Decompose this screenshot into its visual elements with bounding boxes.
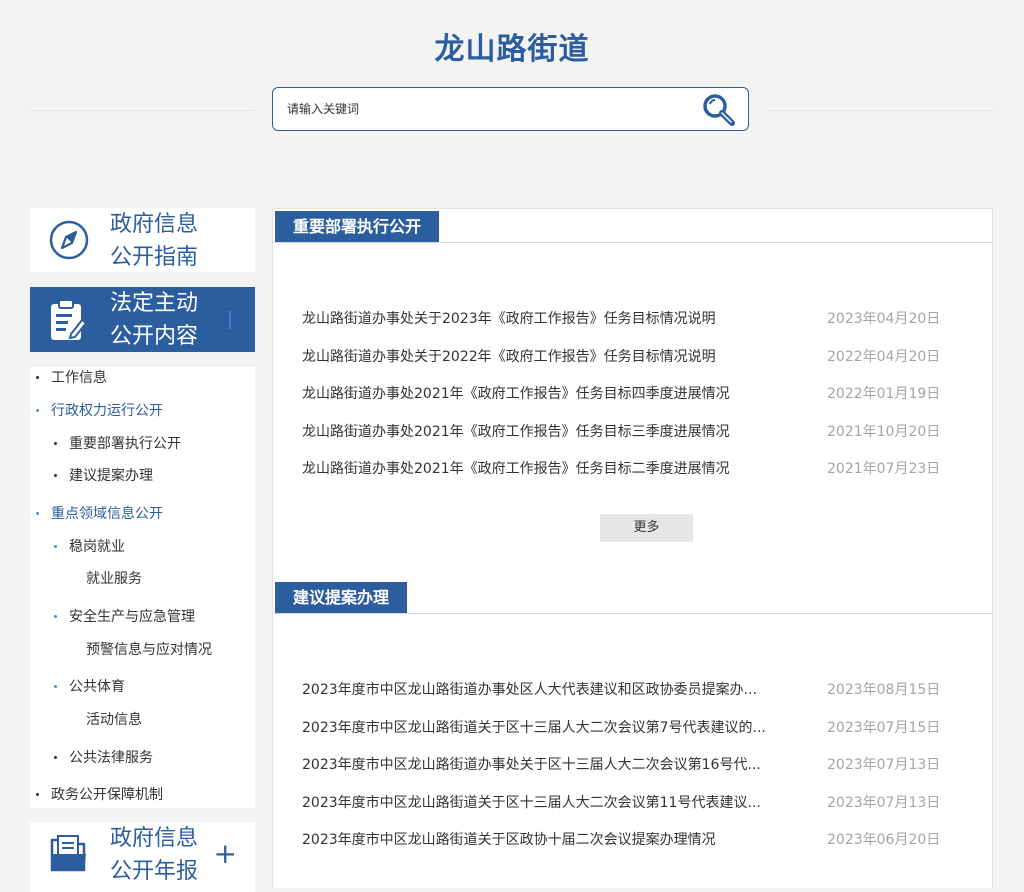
- header-divider-right: [768, 110, 993, 111]
- nav-activity[interactable]: 活动信息: [86, 709, 142, 729]
- sidebar-nav: 工作信息 行政权力运行公开 重要部署执行公开 建议提案办理 重点领域信息公开 稳…: [30, 367, 255, 808]
- sidebar-card-active[interactable]: 法定主动 公开内容: [30, 287, 255, 352]
- sidebar-guide-line2: 公开指南: [110, 245, 199, 270]
- nav-sports[interactable]: 公共体育: [69, 676, 125, 696]
- section-tab-suggest[interactable]: 建议提案办理: [275, 582, 408, 614]
- more-button[interactable]: 更多: [600, 514, 693, 542]
- list-item-date: 2022年04月20日: [827, 349, 941, 365]
- list-item-title[interactable]: 龙山路街道办事处2021年《政府工作报告》任务目标三季度进展情况: [302, 421, 792, 441]
- nav-warning[interactable]: 预警信息与应对情况: [86, 639, 212, 659]
- list-item-title[interactable]: 龙山路街道办事处2021年《政府工作报告》任务目标二季度进展情况: [302, 458, 792, 478]
- list-item-date: 2023年08月15日: [827, 682, 941, 698]
- list-item-title[interactable]: 2023年度市中区龙山路街道关于区十三届人大二次会议第7号代表建议的...: [302, 717, 792, 737]
- search-input[interactable]: [287, 98, 667, 120]
- bullet-icon: [36, 409, 39, 412]
- bullet-icon: [54, 685, 57, 688]
- nav-work-info[interactable]: 工作信息: [51, 367, 107, 387]
- list-item-title[interactable]: 龙山路街道办事处关于2023年《政府工作报告》任务目标情况说明: [302, 308, 792, 328]
- list-item-date: 2023年07月15日: [827, 720, 941, 736]
- search-icon: [703, 94, 735, 126]
- nav-guarantee[interactable]: 政务公开保障机制: [51, 784, 163, 804]
- compass-icon: [49, 220, 89, 260]
- plus-icon[interactable]: +: [214, 840, 237, 868]
- nav-key-area[interactable]: 重点领域信息公开: [51, 503, 163, 523]
- main-content: 重要部署执行公开 龙山路街道办事处关于2023年《政府工作报告》任务目标情况说明…: [272, 208, 993, 888]
- section-divider: [273, 613, 992, 614]
- nav-dept-exec[interactable]: 重要部署执行公开: [69, 433, 181, 453]
- nav-safety[interactable]: 安全生产与应急管理: [69, 606, 195, 626]
- list-item-date: 2022年01月19日: [827, 386, 941, 402]
- list-item-date: 2023年07月13日: [827, 795, 941, 811]
- list-item-date: 2021年07月23日: [827, 461, 941, 477]
- list-item-title[interactable]: 2023年度市中区龙山路街道关于区十三届人大二次会议第11号代表建议...: [302, 792, 792, 812]
- list-item-title[interactable]: 2023年度市中区龙山路街道办事处区人大代表建议和区政协委员提案办...: [302, 679, 792, 699]
- bullet-icon: [36, 376, 39, 379]
- bullet-icon: [36, 793, 39, 796]
- section-tab-dept-exec[interactable]: 重要部署执行公开: [275, 211, 440, 243]
- sidebar-card-guide[interactable]: 政府信息 公开指南: [30, 208, 255, 272]
- sidebar-annual-line2: 公开年报: [110, 859, 199, 884]
- sidebar-active-title: 法定主动 公开内容: [110, 287, 198, 353]
- list-item-date: 2023年07月13日: [827, 757, 941, 773]
- list-item-title[interactable]: 龙山路街道办事处关于2022年《政府工作报告》任务目标情况说明: [302, 346, 792, 366]
- header-divider-left: [30, 110, 255, 111]
- clipboard-icon: [51, 299, 88, 340]
- list-item-date: 2021年10月20日: [827, 424, 941, 440]
- nav-power-run[interactable]: 行政权力运行公开: [51, 400, 163, 420]
- sidebar-active-line2: 公开内容: [110, 324, 199, 349]
- bullet-icon: [36, 512, 39, 515]
- nav-employment[interactable]: 稳岗就业: [69, 536, 125, 556]
- nav-suggest[interactable]: 建议提案办理: [69, 465, 153, 485]
- list-item-title[interactable]: 龙山路街道办事处2021年《政府工作报告》任务目标四季度进展情况: [302, 383, 792, 403]
- nav-legal[interactable]: 公共法律服务: [69, 747, 153, 767]
- sidebar-card-annual[interactable]: 政府信息 公开年报 +: [30, 822, 255, 892]
- bullet-icon: [54, 442, 57, 445]
- list-item-title[interactable]: 2023年度市中区龙山路街道关于区政协十届二次会议提案办理情况: [302, 829, 792, 849]
- bullet-icon: [54, 545, 57, 548]
- nav-employment-service[interactable]: 就业服务: [86, 568, 142, 588]
- sidebar-guide-title: 政府信息 公开指南: [110, 208, 198, 274]
- sidebar-guide-line1: 政府信息: [110, 212, 199, 237]
- site-title: 龙山路街道: [434, 32, 590, 67]
- folder-icon: [50, 835, 86, 872]
- sidebar-annual-title: 政府信息 公开年报: [110, 822, 198, 888]
- section-divider: [273, 242, 992, 243]
- bullet-icon: [54, 756, 57, 759]
- list-item-title[interactable]: 2023年度市中区龙山路街道办事处关于区十三届人大二次会议第16号代...: [302, 754, 792, 774]
- search-box: [272, 87, 749, 131]
- list-item-date: 2023年06月20日: [827, 832, 941, 848]
- sidebar-active-line1: 法定主动: [110, 291, 199, 316]
- sidebar-annual-line1: 政府信息: [110, 826, 199, 851]
- bullet-icon: [54, 615, 57, 618]
- minus-icon[interactable]: [229, 311, 231, 329]
- list-item-date: 2023年04月20日: [827, 311, 941, 327]
- search-button[interactable]: [700, 92, 738, 128]
- bullet-icon: [54, 474, 57, 477]
